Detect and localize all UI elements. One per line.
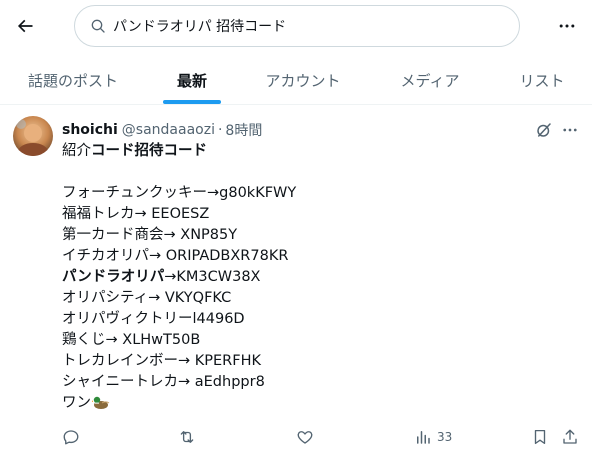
post-actions: 33 [0,424,592,450]
avatar[interactable] [13,116,53,156]
tab-top[interactable]: 話題のポスト [0,55,146,105]
line-text: フォーチュンクッキー→g80kKFWY [62,185,297,201]
author-name[interactable]: shoichi [62,122,118,138]
tab-latest[interactable]: 最新 [146,55,238,105]
active-tab-indicator [163,100,221,104]
reply-icon [63,430,79,445]
line-text: →KM3CW38X [164,269,261,285]
grok-icon [537,123,551,137]
post-line: ワン [62,393,572,414]
back-arrow-icon [17,19,33,33]
tab-lists[interactable]: リスト [492,55,592,105]
post-line: トレカレインボー→ KPERFHK [62,351,572,372]
views-icon [417,431,430,444]
search-box[interactable] [74,5,520,47]
post-more-button[interactable] [559,119,581,141]
views-button[interactable]: 33 [414,426,452,448]
post-line: イチカオリパ→ ORIPADBXR78KR [62,246,572,267]
bookmark-icon [534,429,546,445]
post-line: 福福トレカ→ EEOESZ [62,204,572,225]
line-text: 福福トレカ→ EEOESZ [62,206,210,222]
grok-button[interactable] [533,119,555,141]
post-line: 紹介コード招待コード [62,141,572,162]
top-bar [0,0,592,54]
views-count: 33 [437,430,453,444]
post-line: シャイニートレカ→ aEdhppr8 [62,372,572,393]
post-line: 第一カード商会→ XNP85Y [62,225,572,246]
repost-button[interactable] [178,426,196,448]
search-input[interactable] [113,18,493,34]
line-text: オリパヴィクトリーl4496D [62,311,245,327]
line-text: 第一カード商会→ XNP85Y [62,227,238,243]
separator-dot: · [217,122,223,138]
post-text: 紹介コード招待コード フォーチュンクッキー→g80kKFWY 福福トレカ→ EE… [62,141,572,414]
post-line: 鶏くじ→ XLHwT50B [62,330,572,351]
like-icon [297,431,313,444]
tab-people[interactable]: アカウント [238,55,368,105]
back-button[interactable] [8,9,42,43]
post[interactable]: shoichi @sandaaaozi · 8時間 紹介コード招待コード フォー… [0,106,592,455]
more-options-button[interactable] [551,10,583,42]
share-button[interactable] [561,426,579,448]
more-icon [563,128,577,132]
like-button[interactable] [296,426,314,448]
line-text: 紹介 [62,143,91,159]
line-text: 鶏くじ→ XLHwT50B [62,332,201,348]
author-handle[interactable]: @sandaaaozi [122,122,215,138]
line-text: イチカオリパ→ ORIPADBXR78KR [62,248,289,264]
line-text: シャイニートレカ→ aEdhppr8 [62,374,265,390]
more-icon [559,24,575,28]
repost-icon [180,431,194,443]
post-timestamp[interactable]: 8時間 [225,120,262,140]
post-line: パンドラオリパ→KM3CW38X [62,267,572,288]
reply-button[interactable] [62,426,80,448]
search-icon [89,17,107,35]
search-tabs: 話題のポスト 最新 アカウント メディア リスト [0,55,592,105]
line-text: オリパシティ→ VKYQFKC [62,290,232,306]
line-text: ワン [62,395,91,411]
share-icon [563,429,577,444]
post-line [62,162,572,183]
duck-emoji-icon [90,396,110,409]
post-header: shoichi @sandaaaozi · 8時間 [62,120,262,140]
line-bold-text: コード招待コード [91,143,207,159]
bookmark-button[interactable] [531,426,549,448]
line-bold-text: パンドラオリパ [62,269,165,285]
post-line: オリパシティ→ VKYQFKC [62,288,572,309]
line-text: トレカレインボー→ KPERFHK [62,353,261,369]
post-line: オリパヴィクトリーl4496D [62,309,572,330]
post-line: フォーチュンクッキー→g80kKFWY [62,183,572,204]
tab-media[interactable]: メディア [368,55,492,105]
